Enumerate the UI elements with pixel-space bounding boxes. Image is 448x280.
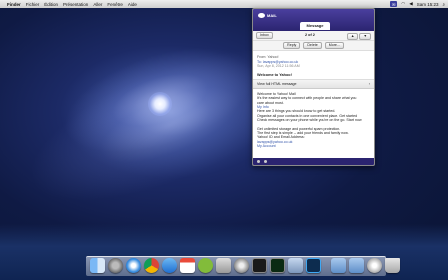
pager-arrows: ▲ ▼ [347, 33, 371, 40]
message-meta: From: Yahoo! To: lavapps@yahoo.co.uk Sun… [253, 51, 374, 71]
yahoo-mail-menu-icon[interactable]: ✉ [390, 1, 397, 7]
safari-icon[interactable] [126, 258, 141, 273]
menu-fenetre[interactable]: Fenêtre [107, 2, 123, 7]
navigation-row: Inbox 2 of 2 ▲ ▼ [253, 31, 374, 41]
view-full-message-link[interactable]: View full HTML message › [253, 80, 374, 89]
spotlight-icon[interactable]: ⌕ [442, 2, 445, 7]
brand-label: MAIL [267, 13, 277, 18]
yahoo-mail-popup: MAIL Message Inbox 2 of 2 ▲ ▼ Reply Dele… [252, 8, 375, 166]
yahoo-logo-icon [258, 13, 265, 18]
prev-message-icon[interactable]: ▲ [347, 33, 359, 40]
galaxy-core [148, 92, 172, 116]
body-line[interactable]: My Account [257, 144, 370, 148]
folder-icon[interactable] [331, 258, 346, 273]
message-body: Welcome to Yahoo! Mail It's the easiest … [253, 89, 374, 152]
trash-icon[interactable] [385, 258, 400, 273]
reply-button[interactable]: Reply [283, 42, 300, 49]
tab-message[interactable]: Message [300, 22, 330, 30]
next-message-icon[interactable]: ▼ [359, 33, 371, 40]
app-store-icon[interactable] [162, 258, 177, 273]
image-icon[interactable] [288, 258, 303, 273]
inbox-button[interactable]: Inbox [256, 32, 273, 39]
activity-monitor-icon[interactable] [270, 258, 285, 273]
popup-footer [253, 158, 374, 165]
menu-finder[interactable]: Finder [7, 2, 21, 7]
action-row: Reply Delete More... [253, 41, 374, 51]
menu-bar: Finder Fichier Édition Présentation Alle… [0, 0, 448, 8]
menu-extras: ✉ ◠ ◀ Sam 15:23 ⌕ [390, 0, 445, 8]
preview-icon[interactable] [216, 258, 231, 273]
system-preferences-icon[interactable] [234, 258, 249, 273]
chrome-icon[interactable] [144, 258, 159, 273]
finder-icon[interactable] [90, 258, 105, 273]
message-subject: Welcome to Yahoo! [253, 71, 374, 80]
settings-icon[interactable] [257, 160, 260, 163]
date-label: Sun, Apr 8, 2012 11:56 AM [257, 64, 370, 69]
spotify-icon[interactable] [198, 258, 213, 273]
pager-label: 2 of 2 [305, 33, 315, 37]
refresh-icon[interactable] [264, 160, 267, 163]
popup-header: MAIL Message [253, 9, 374, 31]
chevron-right-icon: › [369, 82, 370, 86]
volume-icon[interactable]: ◀ [409, 1, 412, 7]
menu-edition[interactable]: Édition [44, 2, 58, 7]
photoshop-icon[interactable] [306, 258, 321, 273]
view-full-message-label: View full HTML message [257, 82, 297, 86]
menu-fichier[interactable]: Fichier [26, 2, 40, 7]
launchpad-icon[interactable] [108, 258, 123, 273]
wifi-icon[interactable]: ◠ [401, 1, 405, 7]
settings-icon[interactable] [367, 258, 382, 273]
menu-aller[interactable]: Aller [93, 2, 102, 7]
clock[interactable]: Sam 15:23 [417, 2, 439, 7]
downloads-icon[interactable] [349, 258, 364, 273]
terminal-icon[interactable] [252, 258, 267, 273]
menu-aide[interactable]: Aide [128, 2, 137, 7]
dock [86, 256, 386, 276]
delete-button[interactable]: Delete [303, 42, 321, 49]
body-line: It's the easiest way to connect with peo… [257, 96, 370, 100]
more-button[interactable]: More... [325, 42, 344, 49]
calendar-icon[interactable] [180, 258, 195, 273]
menu-presentation[interactable]: Présentation [63, 2, 88, 7]
body-line: Check messages on your phone while you'r… [257, 118, 370, 122]
